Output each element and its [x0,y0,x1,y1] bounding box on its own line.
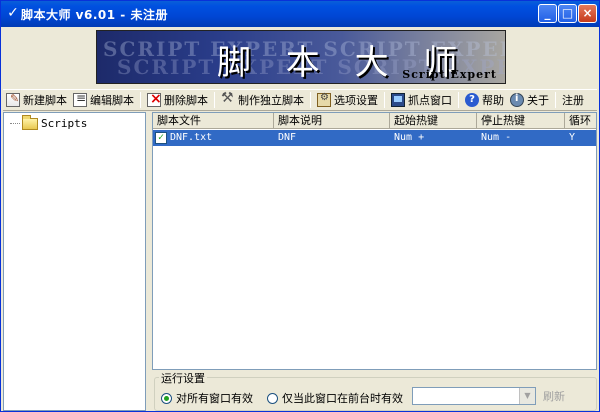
close-button[interactable]: × [578,4,597,23]
new-script-button[interactable]: 新建脚本 [3,90,70,110]
capture-window-label: 抓点窗口 [408,94,452,107]
new-script-icon [6,92,20,107]
tree-connector [10,123,20,124]
capture-window-button[interactable]: 抓点窗口 [388,90,455,110]
radio-foreground-only[interactable]: 仅当此窗口在前台时有效 [267,390,403,406]
maximize-button[interactable]: □ [558,4,577,23]
checkmark-icon: ✓ [7,5,19,21]
script-tree[interactable]: Scripts [3,112,146,411]
monitor-icon [391,93,405,107]
window-title: 脚本大师 v6.01 - 未注册 [21,8,168,22]
cell-desc: DNF [278,132,297,143]
column-header-loop[interactable]: 循环 [565,113,596,129]
radio-all-windows-label: 对所有窗口有效 [176,392,253,405]
make-standalone-button[interactable]: 制作独立脚本 [218,90,307,110]
register-label: 注册 [562,94,584,107]
help-label: 帮助 [482,94,504,107]
settings-icon [317,92,331,107]
radio-selected-icon[interactable] [161,392,172,404]
row-checkbox[interactable]: ✓ [155,132,167,144]
edit-script-button[interactable]: 编辑脚本 [70,90,137,110]
delete-script-button[interactable]: 删除脚本 [144,90,211,110]
column-header-start-hotkey[interactable]: 起始热键 [390,113,477,129]
cell-stop-hotkey: Num - [481,132,512,143]
list-header: 脚本文件 脚本说明 起始热键 停止热键 循环 [153,113,596,129]
edit-script-label: 编辑脚本 [90,94,134,107]
cell-file-label: DNF.txt [170,132,213,143]
toolbar-separator [458,92,459,108]
cell-start-hotkey: Num + [394,132,425,143]
toolbar-separator [140,92,141,108]
table-row[interactable]: ✓ DNF.txt DNF Num + Num - Y [153,130,596,146]
column-header-desc[interactable]: 脚本说明 [274,113,390,129]
run-settings-group: 运行设置 对所有窗口有效 仅当此窗口在前台时有效 ▼ 刷新 [154,370,597,411]
options-button[interactable]: 选项设置 [314,90,381,110]
about-label: 关于 [527,94,549,107]
delete-script-icon [147,91,162,107]
cell-loop: Y [569,132,576,143]
banner-en-title: Script Expert [402,68,497,81]
run-settings-title: 运行设置 [159,370,207,386]
main-window: ✓ 脚本大师 v6.01 - 未注册 _ □ × SCRIPT EXPERT S… [0,0,600,412]
column-header-file[interactable]: 脚本文件 [153,113,274,129]
toolbar-separator [214,92,215,108]
column-header-stop-hotkey[interactable]: 停止热键 [477,113,565,129]
edit-script-icon [73,91,87,107]
toolbar-separator [555,92,556,108]
new-script-label: 新建脚本 [23,94,67,107]
cell-file: ✓ DNF.txt [153,130,274,146]
toolbar-separator [384,92,385,108]
radio-unselected-icon[interactable] [267,392,278,404]
register-button[interactable]: 注册 [559,90,587,110]
title-bar[interactable]: ✓ 脚本大师 v6.01 - 未注册 _ □ × [1,1,599,27]
window-select-combo[interactable]: ▼ [412,387,536,405]
tree-item-label: Scripts [41,117,88,130]
options-label: 选项设置 [334,94,378,107]
radio-all-windows[interactable]: 对所有窗口有效 [161,390,253,406]
about-button[interactable]: 关于 [507,90,552,110]
toolbar: 新建脚本 编辑脚本 删除脚本 制作独立脚本 选项设置 抓点窗口 ? 帮助 [3,89,597,111]
banner-logo: SCRIPT EXPERT SCRIPT EXPERT SCRIPT EXPER… [96,30,506,84]
radio-foreground-label: 仅当此窗口在前台时有效 [282,392,403,405]
help-button[interactable]: ? 帮助 [462,90,507,110]
delete-script-label: 删除脚本 [164,94,208,107]
help-icon: ? [465,93,479,107]
make-standalone-label: 制作独立脚本 [238,94,304,107]
chevron-down-icon[interactable]: ▼ [519,388,535,404]
folder-icon [22,114,38,130]
tree-item-scripts[interactable]: Scripts [10,114,88,130]
script-list[interactable]: 脚本文件 脚本说明 起始热键 停止热键 循环 ✓ DNF.txt DNF Num… [152,112,597,370]
refresh-button[interactable]: 刷新 [543,388,565,404]
toolbar-separator [310,92,311,108]
minimize-button[interactable]: _ [538,4,557,23]
info-icon [510,93,524,107]
tools-icon [221,90,235,107]
